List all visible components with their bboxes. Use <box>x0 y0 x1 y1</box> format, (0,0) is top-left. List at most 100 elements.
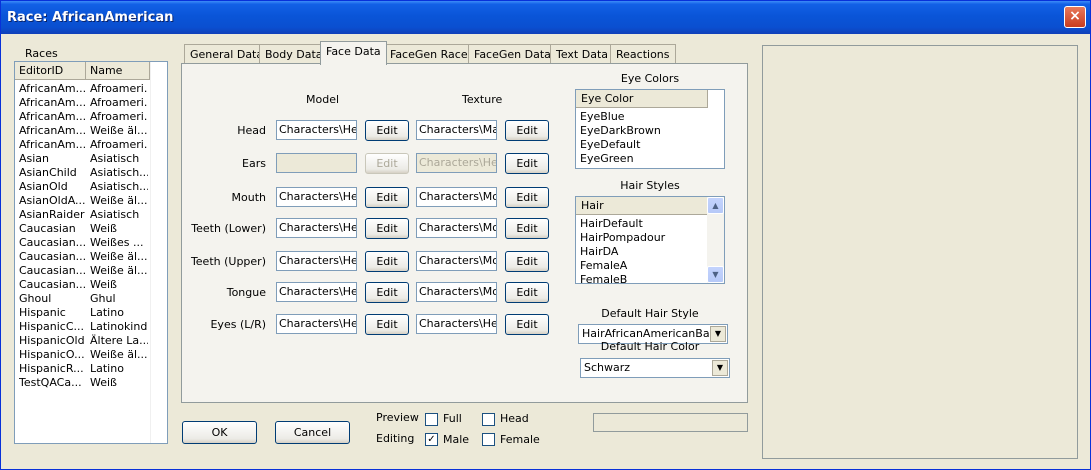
texture-path-field[interactable]: Characters\Mou <box>416 282 497 302</box>
texture-path-field[interactable]: Characters\Hea <box>416 153 497 173</box>
texture-path-field[interactable]: Characters\Mou <box>416 218 497 238</box>
tab-reactions[interactable]: Reactions <box>610 44 676 64</box>
race-name-cell: Weiß <box>90 278 117 291</box>
window-title: Race: AfricanAmerican <box>7 10 174 25</box>
preview-pane[interactable] <box>762 45 1078 459</box>
chevron-down-icon[interactable]: ▼ <box>712 360 728 376</box>
model-path-field[interactable]: Characters\Hea <box>276 187 357 207</box>
tab-facegen-race[interactable]: FaceGen Race <box>384 44 474 64</box>
eye-colors-list[interactable]: Eye Color EyeBlue EyeDarkBrown EyeDefaul… <box>575 89 725 169</box>
editing-female-checkbox[interactable] <box>482 433 495 446</box>
edit-texture-button[interactable]: Edit <box>505 120 549 141</box>
edit-texture-button[interactable]: Edit <box>505 282 549 303</box>
default-hair-color-select[interactable]: Schwarz ▼ <box>580 358 730 378</box>
table-row[interactable]: Asian Asiatisch <box>15 152 167 166</box>
edit-texture-button[interactable]: Edit <box>505 218 549 239</box>
table-row[interactable]: AfricanAm... Afroameri... <box>15 138 167 152</box>
hair-column-header[interactable]: Hair <box>576 197 708 215</box>
model-header: Model <box>306 93 340 106</box>
table-row[interactable]: AsianOldA... Weiße äl... <box>15 194 167 208</box>
list-item[interactable]: EyeDarkBrown <box>580 124 661 137</box>
model-path-field[interactable]: Characters\Hea <box>276 120 357 140</box>
cancel-button[interactable]: Cancel <box>275 421 350 444</box>
table-row[interactable]: HispanicOld Ältere La... <box>15 334 167 348</box>
tab-general-data[interactable]: General Data <box>184 44 270 64</box>
column-header-editorid[interactable]: EditorID <box>15 62 86 80</box>
texture-path-field[interactable]: Characters\Mou <box>416 251 497 271</box>
ok-button[interactable]: OK <box>182 421 257 444</box>
table-row[interactable]: HispanicO... Weiße äl... <box>15 348 167 362</box>
tab-facegen-data[interactable]: FaceGen Data <box>468 44 557 64</box>
edit-model-button[interactable]: Edit <box>365 282 409 303</box>
table-row[interactable]: Caucasian... Weißes ... <box>15 236 167 250</box>
race-name-cell: Asiatisch... <box>90 180 148 193</box>
editing-male-checkbox[interactable]: ✓ <box>425 433 438 446</box>
race-name-cell: Weiße äl... <box>90 124 148 137</box>
table-row[interactable]: AsianChild Asiatisch... <box>15 166 167 180</box>
texture-path-field[interactable]: Characters\Mal <box>416 120 497 140</box>
race-name-cell: Asiatisch <box>90 208 140 221</box>
table-row[interactable]: Caucasian Weiß <box>15 222 167 236</box>
table-row[interactable]: AfricanAm... Afroameri... <box>15 96 167 110</box>
title-bar[interactable]: Race: AfricanAmerican × <box>1 1 1090 34</box>
list-item[interactable]: HairDefault <box>580 217 643 230</box>
table-row[interactable]: HispanicR... Latino <box>15 362 167 376</box>
scroll-down-icon[interactable]: ▼ <box>707 266 724 283</box>
list-item[interactable]: FemaleB <box>580 273 627 283</box>
list-item[interactable]: HairDA <box>580 245 618 258</box>
table-row[interactable]: Ghoul Ghul <box>15 292 167 306</box>
preview-label: Preview <box>376 411 419 424</box>
edit-texture-button[interactable]: Edit <box>505 153 549 174</box>
table-row[interactable]: AfricanAm... Afroameri... <box>15 82 167 96</box>
table-row[interactable]: HispanicC... Latinokind <box>15 320 167 334</box>
preview-head-checkbox[interactable] <box>482 413 495 426</box>
hair-styles-scrollbar[interactable]: ▲ ▼ <box>707 197 724 283</box>
model-path-field[interactable] <box>276 153 357 173</box>
texture-path-field[interactable]: Characters\Hea <box>416 314 497 334</box>
column-header-name[interactable]: Name <box>86 62 150 80</box>
face-data-panel: Model Texture Eye Colors Eye Color EyeBl… <box>181 63 748 403</box>
texture-path-field[interactable]: Characters\Mou <box>416 187 497 207</box>
table-row[interactable]: Caucasian... Weiß <box>15 278 167 292</box>
preview-full-checkbox[interactable] <box>425 413 438 426</box>
list-item[interactable]: FemaleA <box>580 259 627 272</box>
edit-texture-button[interactable]: Edit <box>505 314 549 335</box>
races-list[interactable]: EditorID Name AfricanAm... Afroameri... Af… <box>14 61 168 444</box>
edit-model-button[interactable]: Edit <box>365 153 409 174</box>
model-path-field[interactable]: Characters\Hea <box>276 314 357 334</box>
edit-texture-button[interactable]: Edit <box>505 187 549 208</box>
edit-texture-button[interactable]: Edit <box>505 251 549 272</box>
table-row[interactable]: Hispanic Latino <box>15 306 167 320</box>
tab-face-data[interactable]: Face Data <box>320 41 387 65</box>
edit-model-button[interactable]: Edit <box>365 120 409 141</box>
table-row[interactable]: AfricanAm... Weiße äl... <box>15 124 167 138</box>
race-editorid-cell: AfricanAm... <box>19 124 85 137</box>
race-name-cell: Latino <box>90 362 124 375</box>
table-row[interactable]: AsianRaider Asiatisch <box>15 208 167 222</box>
list-item[interactable]: EyeBlue <box>580 110 625 123</box>
race-name-cell: Weiß <box>90 376 117 389</box>
edit-model-button[interactable]: Edit <box>365 314 409 335</box>
model-path-field[interactable]: Characters\Hea <box>276 218 357 238</box>
table-row[interactable]: TestQACa... Weiß <box>15 376 167 390</box>
edit-model-button[interactable]: Edit <box>365 218 409 239</box>
eye-color-column-header[interactable]: Eye Color <box>576 90 708 108</box>
list-item[interactable]: EyeDefault <box>580 138 640 151</box>
editing-label: Editing <box>376 432 415 445</box>
table-row[interactable]: AsianOld Asiatisch... <box>15 180 167 194</box>
edit-model-button[interactable]: Edit <box>365 251 409 272</box>
model-path-field[interactable]: Characters\Hea <box>276 251 357 271</box>
race-editorid-cell: Asian <box>19 152 50 165</box>
hair-styles-list[interactable]: Hair HairDefault HairPompadour HairDA Fe… <box>575 196 725 284</box>
table-row[interactable]: Caucasian... Weiße äl... <box>15 250 167 264</box>
table-row[interactable]: Caucasian... Weiße äl... <box>15 264 167 278</box>
list-item[interactable]: HairPompadour <box>580 231 665 244</box>
scroll-up-icon[interactable]: ▲ <box>707 197 724 214</box>
tab-text-data[interactable]: Text Data <box>550 44 615 64</box>
tab-body-data[interactable]: Body Data <box>259 44 329 64</box>
table-row[interactable]: AfricanAm... Afroameri... <box>15 110 167 124</box>
edit-model-button[interactable]: Edit <box>365 187 409 208</box>
close-icon[interactable]: × <box>1064 6 1086 28</box>
list-item[interactable]: EyeGreen <box>580 152 634 165</box>
model-path-field[interactable]: Characters\Hea <box>276 282 357 302</box>
